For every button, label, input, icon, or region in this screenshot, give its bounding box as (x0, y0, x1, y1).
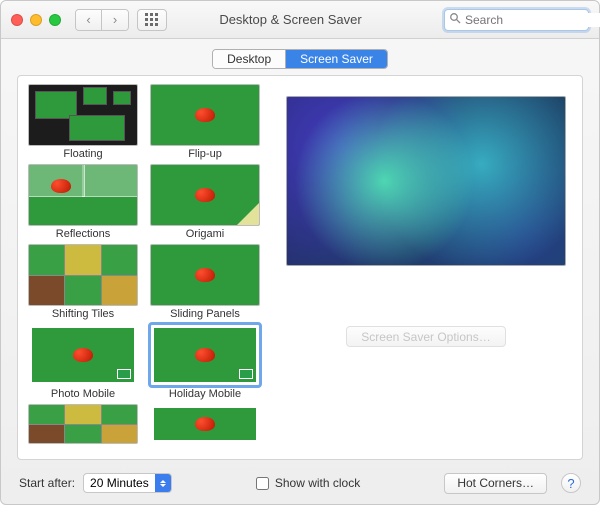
saver-origami-thumb (150, 164, 260, 226)
saver-sliding-thumb (150, 244, 260, 306)
saver-origami-label: Origami (186, 228, 225, 240)
saver-flipup[interactable]: Flip-up (148, 84, 262, 160)
tab-desktop[interactable]: Desktop (213, 50, 286, 68)
back-button[interactable]: ‹ (76, 10, 102, 30)
tab-screen-saver[interactable]: Screen Saver (286, 50, 387, 68)
start-after-value: 20 Minutes (84, 476, 155, 490)
saver-photomobile-label: Photo Mobile (51, 388, 115, 400)
saver-holidaymobile-thumb (150, 324, 260, 386)
saver-sliding-panels[interactable]: Sliding Panels (148, 244, 262, 320)
saver-floating[interactable]: Floating (26, 84, 140, 160)
preferences-window: ‹ › Desktop & Screen Saver ✕ Desktop (0, 0, 600, 505)
zoom-icon[interactable] (49, 14, 61, 26)
search-input[interactable] (465, 13, 600, 27)
saver-floating-label: Floating (63, 148, 102, 160)
nav-segmented: ‹ › (75, 9, 129, 31)
content-panel: Floating Flip-up Reflections Origami (17, 75, 583, 460)
footer: Start after: 20 Minutes Show with clock … (1, 468, 599, 504)
stepper-arrows-icon (155, 474, 171, 492)
search-field[interactable]: ✕ (444, 9, 589, 31)
show-with-clock-label: Show with clock (275, 476, 360, 490)
preview-pane: Screen Saver Options… (274, 80, 578, 455)
screensaver-grid[interactable]: Floating Flip-up Reflections Origami (22, 80, 270, 455)
saver-partial-1-thumb (28, 404, 138, 444)
saver-holiday-mobile[interactable]: Holiday Mobile (148, 324, 262, 400)
saver-origami[interactable]: Origami (148, 164, 262, 240)
tabs: Desktop Screen Saver (212, 49, 388, 69)
saver-flipup-label: Flip-up (188, 148, 222, 160)
saver-partial-2-thumb (150, 404, 260, 444)
saver-shifting-tiles[interactable]: Shifting Tiles (26, 244, 140, 320)
saver-photomobile-thumb (28, 324, 138, 386)
traffic-lights (11, 14, 61, 26)
saver-reflections-label: Reflections (56, 228, 110, 240)
saver-floating-thumb (28, 84, 138, 146)
hot-corners-button[interactable]: Hot Corners… (444, 473, 547, 494)
saver-flipup-thumb (150, 84, 260, 146)
screensaver-preview (286, 96, 566, 266)
help-button[interactable]: ? (561, 473, 581, 493)
saver-holidaymobile-label: Holiday Mobile (169, 388, 241, 400)
show-with-clock-checkbox[interactable] (256, 477, 269, 490)
saver-shifting-label: Shifting Tiles (52, 308, 114, 320)
titlebar: ‹ › Desktop & Screen Saver ✕ (1, 1, 599, 39)
search-icon (449, 12, 461, 27)
saver-shifting-thumb (28, 244, 138, 306)
saver-reflections-thumb (28, 164, 138, 226)
show-with-clock[interactable]: Show with clock (256, 476, 360, 490)
saver-sliding-label: Sliding Panels (170, 308, 240, 320)
screensaver-options-button: Screen Saver Options… (346, 326, 505, 347)
window-title: Desktop & Screen Saver (145, 12, 436, 27)
saver-photo-mobile[interactable]: Photo Mobile (26, 324, 140, 400)
saver-partial-2[interactable] (148, 404, 262, 444)
forward-button[interactable]: › (102, 10, 128, 30)
saver-reflections[interactable]: Reflections (26, 164, 140, 240)
close-icon[interactable] (11, 14, 23, 26)
start-after-select[interactable]: 20 Minutes (83, 473, 172, 493)
tab-row: Desktop Screen Saver (1, 39, 599, 75)
minimize-icon[interactable] (30, 14, 42, 26)
saver-partial-1[interactable] (26, 404, 140, 444)
start-after-label: Start after: (19, 476, 75, 490)
